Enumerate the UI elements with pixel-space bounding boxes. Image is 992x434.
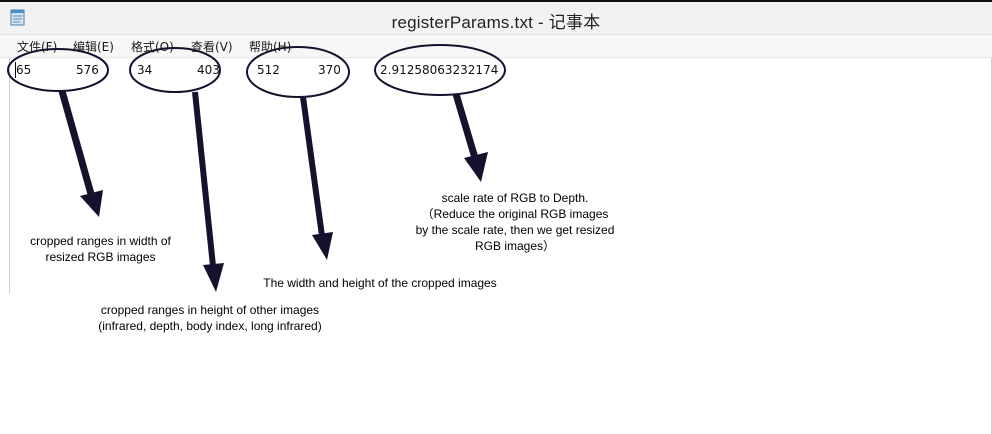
annotation-scale-rate-line1: scale rate of RGB to Depth. bbox=[441, 191, 589, 205]
window-title: registerParams.txt - 记事本 bbox=[391, 13, 601, 32]
value-crop-height: 370 bbox=[318, 63, 341, 77]
value-height-start: 34 bbox=[137, 63, 153, 77]
menu-file[interactable]: 文件(F) bbox=[17, 38, 57, 55]
value-width-end: 576 bbox=[76, 63, 99, 77]
menu-help[interactable]: 帮助(H) bbox=[249, 38, 291, 55]
menu-format[interactable]: 格式(O) bbox=[131, 38, 174, 55]
annotation-scale-rate-line4: RGB images） bbox=[474, 239, 556, 253]
annotation-width-range-line2: resized RGB images bbox=[45, 250, 156, 264]
menu-bar: 文件(F) 编辑(E) 格式(O) 查看(V) 帮助(H) bbox=[0, 35, 992, 58]
annotation-scale-rate: scale rate of RGB to Depth. （Reduce the … bbox=[400, 190, 630, 254]
annotation-width-range: cropped ranges in width of resized RGB i… bbox=[18, 233, 183, 265]
annotation-crop-size: The width and height of the cropped imag… bbox=[263, 276, 497, 290]
annotation-height-range: cropped ranges in height of other images… bbox=[76, 302, 344, 334]
annotation-scale-rate-line3: by the scale rate, then we get resized bbox=[415, 223, 615, 237]
annotation-height-range-line1: cropped ranges in height of other images bbox=[100, 303, 320, 317]
text-caret bbox=[15, 62, 16, 78]
value-crop-width: 512 bbox=[257, 63, 280, 77]
notepad-window: registerParams.txt - 记事本 文件(F) 编辑(E) 格式(… bbox=[0, 0, 992, 434]
annotation-height-range-line2: (infrared, depth, body index, long infra… bbox=[98, 319, 322, 333]
menu-view[interactable]: 查看(V) bbox=[191, 38, 233, 55]
title-bar[interactable]: registerParams.txt - 记事本 bbox=[0, 2, 992, 35]
editor-left-border bbox=[9, 58, 10, 294]
value-width-start: 65 bbox=[16, 63, 32, 77]
value-height-end: 403 bbox=[197, 63, 220, 77]
annotation-scale-rate-line2: （Reduce the original RGB images bbox=[421, 207, 609, 221]
menu-edit[interactable]: 编辑(E) bbox=[73, 38, 114, 55]
annotation-width-range-line1: cropped ranges in width of bbox=[30, 234, 171, 248]
value-scale-rate: 2.91258063232174 bbox=[380, 63, 499, 77]
